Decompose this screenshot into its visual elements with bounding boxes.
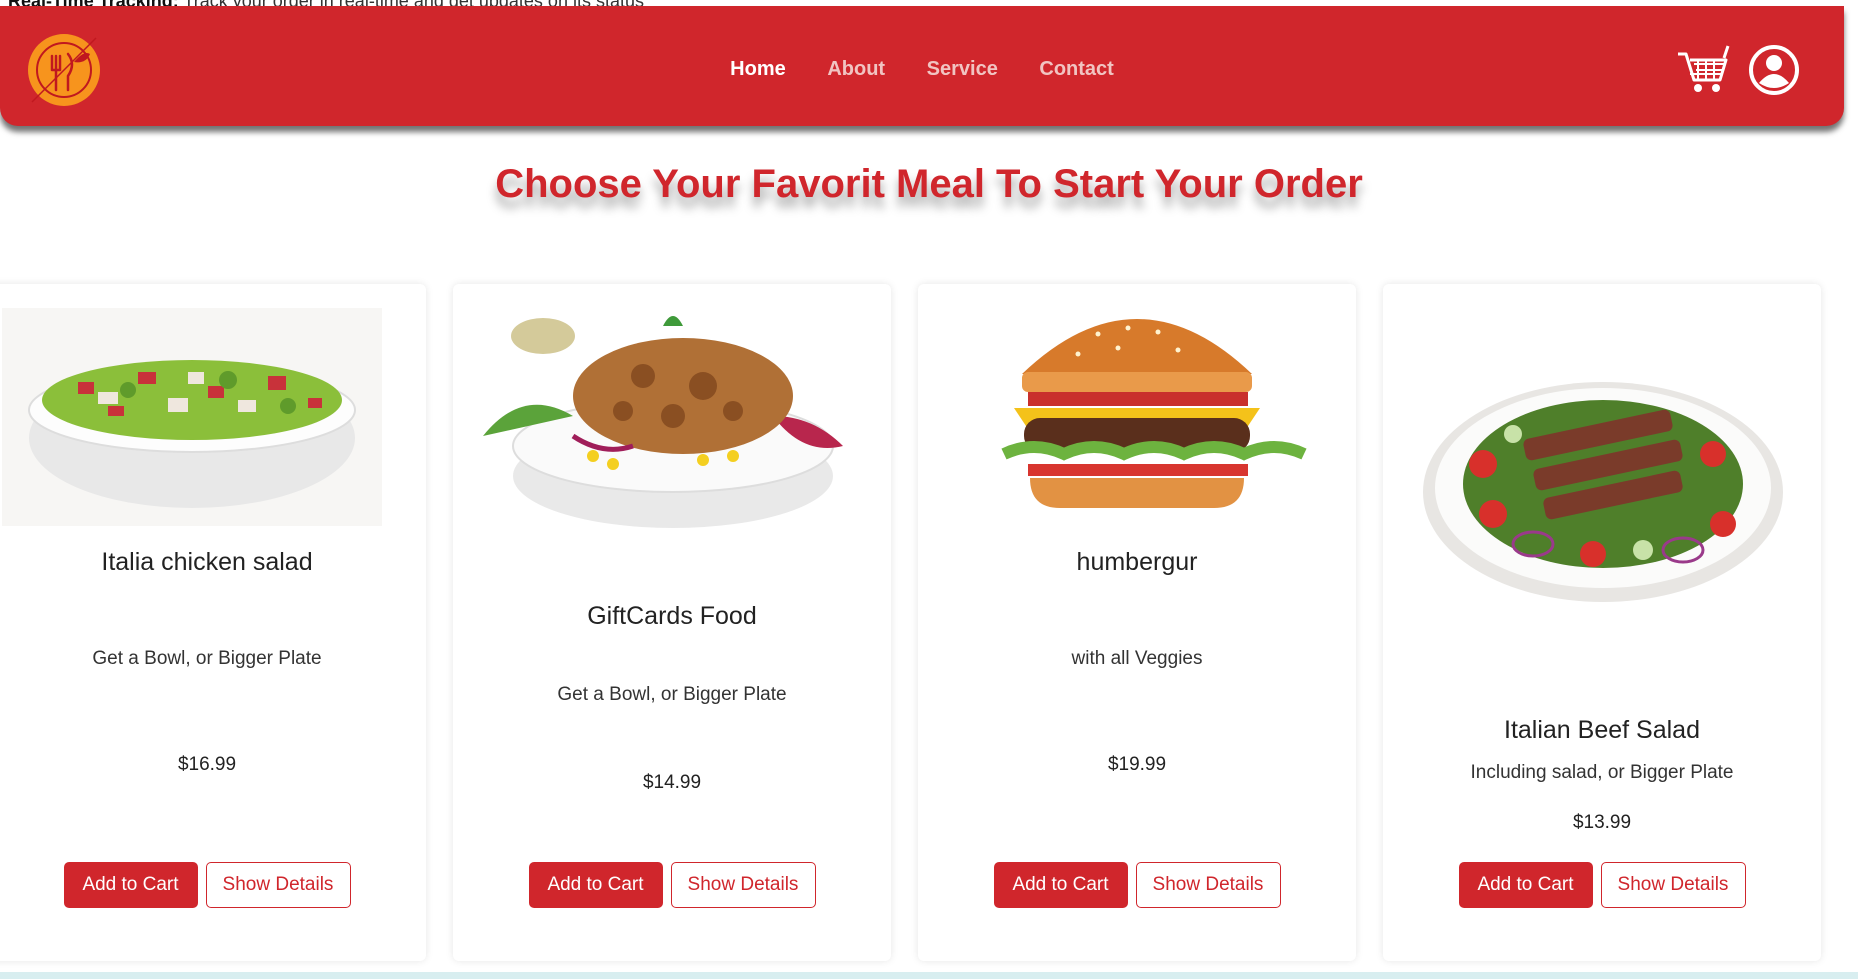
nav-link-service[interactable]: Service bbox=[927, 58, 998, 81]
nav-link-contact[interactable]: Contact bbox=[1039, 58, 1113, 81]
card-title: Italian Beef Salad bbox=[1504, 716, 1700, 744]
product-card-chicken-salad: Italia chicken salad Get a Bowl, or Bigg… bbox=[0, 284, 426, 961]
card-price: $16.99 bbox=[177, 754, 237, 775]
beef-salad-image bbox=[1423, 382, 1783, 602]
card-description: Including salad, or Bigger Plate bbox=[1470, 762, 1734, 783]
bottom-strip bbox=[0, 972, 1858, 979]
product-card-humbergur: humbergur with all Veggies $19.99 Add to… bbox=[918, 284, 1356, 961]
card-title: Italia chicken salad bbox=[101, 548, 313, 576]
nav-menu: Home About Service Contact bbox=[0, 58, 1844, 81]
card-description: with all Veggies bbox=[1071, 648, 1203, 669]
add-to-cart-button[interactable]: Add to Cart bbox=[993, 862, 1128, 908]
add-to-cart-button[interactable]: Add to Cart bbox=[63, 862, 198, 908]
show-details-button[interactable]: Show Details bbox=[1135, 862, 1281, 908]
card-title: GiftCards Food bbox=[587, 602, 757, 630]
add-to-cart-button[interactable]: Add to Cart bbox=[1458, 862, 1593, 908]
card-actions: Add to Cart Show Details bbox=[453, 862, 891, 908]
show-details-button[interactable]: Show Details bbox=[1600, 862, 1746, 908]
card-title: humbergur bbox=[1076, 548, 1198, 576]
card-description: Get a Bowl, or Bigger Plate bbox=[557, 684, 787, 705]
burger-image bbox=[1001, 319, 1307, 508]
add-to-cart-button[interactable]: Add to Cart bbox=[528, 862, 663, 908]
page-headline: Choose Your Favorit Meal To Start Your O… bbox=[495, 162, 1363, 206]
navbar: Home About Service Contact bbox=[0, 6, 1844, 126]
card-actions: Add to Cart Show Details bbox=[918, 862, 1356, 908]
chicken-bowl-image bbox=[483, 316, 843, 528]
product-card-italian-beef-salad: Italian Beef Salad Including salad, or B… bbox=[1383, 284, 1821, 961]
show-details-button[interactable]: Show Details bbox=[670, 862, 816, 908]
chicken-salad-image bbox=[2, 308, 382, 526]
card-actions: Add to Cart Show Details bbox=[0, 862, 426, 908]
nav-link-home[interactable]: Home bbox=[730, 58, 786, 81]
show-details-button[interactable]: Show Details bbox=[205, 862, 351, 908]
card-price: $13.99 bbox=[1572, 812, 1632, 833]
nav-link-about[interactable]: About bbox=[827, 58, 885, 81]
card-actions: Add to Cart Show Details bbox=[1383, 862, 1821, 908]
user-icon[interactable] bbox=[1748, 44, 1800, 96]
card-description: Get a Bowl, or Bigger Plate bbox=[92, 648, 322, 669]
card-price: $19.99 bbox=[1107, 754, 1167, 775]
product-card-giftcards-food: GiftCards Food Get a Bowl, or Bigger Pla… bbox=[453, 284, 891, 961]
cart-icon[interactable] bbox=[1676, 44, 1730, 96]
card-price: $14.99 bbox=[642, 772, 702, 793]
